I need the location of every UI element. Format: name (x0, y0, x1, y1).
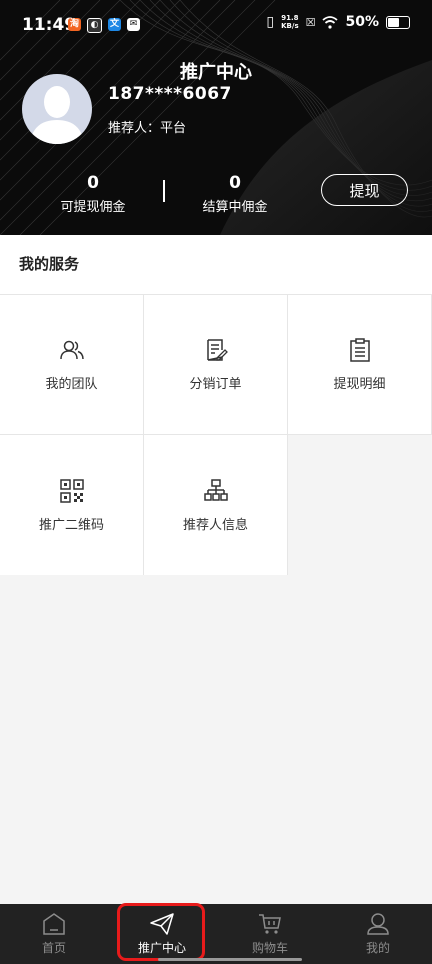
service-label: 推荐人信息 (182, 517, 248, 533)
app-notification-icon: ◐ (87, 18, 102, 33)
team-icon (59, 340, 84, 360)
pending-commission-value: 0 (229, 173, 241, 193)
available-commission[interactable]: 0 可提现佣金 (18, 173, 168, 215)
user-phone: 187****6067 (108, 84, 232, 104)
service-label: 我的团队 (45, 377, 98, 392)
pending-commission-label: 结算中佣金 (202, 200, 268, 215)
home-indicator[interactable] (158, 958, 302, 961)
service-label: 推广二维码 (38, 517, 104, 533)
avatar[interactable] (22, 74, 92, 144)
services-section: 我的服务 我的团队 分销订单 提现明细 推广二维码 推荐人信息 (0, 235, 432, 575)
clipboard-icon (349, 338, 370, 362)
app-notification-icon: 淘 (68, 18, 81, 31)
avatar-silhouette-icon (30, 86, 84, 144)
qr-code-icon (59, 478, 84, 503)
tab-cart[interactable]: 购物车 (216, 904, 324, 964)
referrer-text: 推荐人：平台 (108, 121, 187, 136)
available-commission-label: 可提现佣金 (60, 200, 126, 215)
vibrate-icon: ▯ (266, 14, 275, 30)
net-speed-value: 91.8 (281, 14, 299, 22)
tab-mine[interactable]: 我的 (324, 904, 432, 964)
withdraw-button[interactable]: 提现 (321, 174, 408, 206)
service-withdraw-details[interactable]: 提现明细 (288, 295, 432, 435)
service-distribution-orders[interactable]: 分销订单 (144, 295, 288, 435)
pending-commission[interactable]: 0 结算中佣金 (160, 173, 310, 215)
notification-icons: 淘 ◐ 文 ✉ (68, 18, 140, 33)
net-speed-unit: KB/s (281, 22, 299, 30)
order-edit-icon (206, 339, 228, 361)
service-my-team[interactable]: 我的团队 (0, 295, 144, 435)
status-bar: 11:49 淘 ◐ 文 ✉ ▯ 91.8 KB/s ☒ 50% (0, 0, 432, 52)
org-chart-icon (203, 478, 228, 501)
service-referrer-info[interactable]: 推荐人信息 (144, 435, 288, 575)
sim-icon: ☒ (305, 15, 316, 29)
status-right: ▯ 91.8 KB/s ☒ 50% (266, 14, 410, 30)
net-speed: 91.8 KB/s (281, 14, 298, 30)
tab-home[interactable]: 首页 (0, 904, 108, 964)
cart-icon (259, 914, 281, 934)
home-icon (43, 913, 65, 935)
user-icon (367, 913, 389, 935)
tab-bar: 首页 推广中心 购物车 我的 (0, 904, 432, 964)
service-label: 分销订单 (189, 377, 242, 392)
translate-app-icon: 文 (108, 18, 121, 31)
empty-cell (288, 435, 432, 575)
tab-label: 我的 (365, 941, 390, 955)
message-app-icon: ✉ (127, 18, 140, 31)
tab-label: 首页 (41, 941, 66, 955)
service-label: 提现明细 (333, 377, 386, 392)
battery-icon (386, 15, 410, 29)
tab-label: 购物车 (251, 941, 288, 955)
services-title: 我的服务 (0, 235, 432, 295)
available-commission-value: 0 (87, 173, 99, 193)
services-grid: 我的团队 分销订单 提现明细 推广二维码 推荐人信息 (0, 295, 432, 575)
battery-text: 50% (345, 14, 379, 30)
wifi-icon (322, 15, 339, 29)
active-tab-highlight (117, 903, 205, 961)
service-promo-qrcode[interactable]: 推广二维码 (0, 435, 144, 575)
header: 11:49 淘 ◐ 文 ✉ ▯ 91.8 KB/s ☒ 50% 推广中心 187… (0, 0, 432, 235)
